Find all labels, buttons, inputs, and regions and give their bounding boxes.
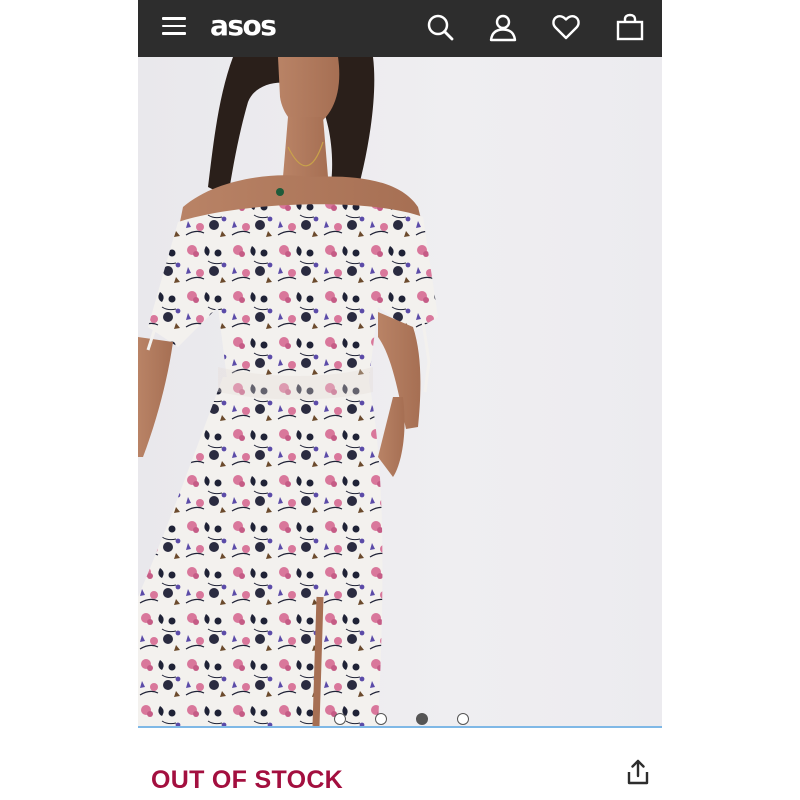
product-image <box>138 57 438 726</box>
gallery-progress-line <box>138 726 662 728</box>
bag-icon[interactable] <box>615 12 645 42</box>
gallery-dot-3[interactable] <box>416 713 428 725</box>
asos-logo[interactable]: asos <box>210 9 277 42</box>
heart-icon[interactable] <box>551 12 581 42</box>
gallery-dot-1[interactable] <box>334 713 346 725</box>
gallery-pagination <box>138 713 662 726</box>
stock-status: OUT OF STOCK <box>151 766 344 794</box>
share-icon[interactable] <box>624 758 652 786</box>
product-image-gallery[interactable] <box>138 57 662 726</box>
gallery-dot-4[interactable] <box>457 713 469 725</box>
menu-icon[interactable] <box>162 16 186 36</box>
account-icon[interactable] <box>488 12 518 42</box>
header-bar: asos <box>138 0 662 57</box>
product-page: asos OUT OF STOCK <box>138 0 662 800</box>
gallery-dot-2[interactable] <box>375 713 387 725</box>
search-icon[interactable] <box>425 12 455 42</box>
